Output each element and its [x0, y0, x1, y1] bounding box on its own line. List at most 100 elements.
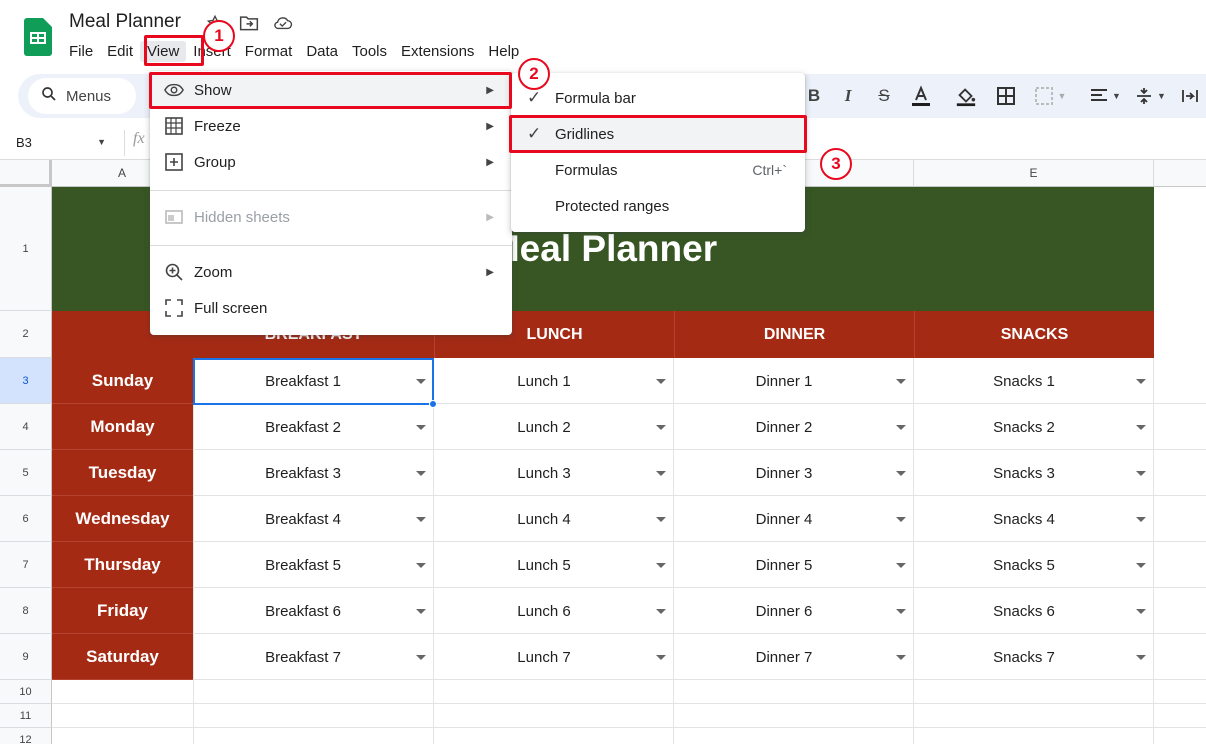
select-all-corner[interactable]: [0, 160, 52, 187]
show-protected-ranges[interactable]: Protected ranges: [511, 188, 805, 224]
vertical-align-icon[interactable]: ▼: [1130, 84, 1170, 108]
dropdown-arrow-icon[interactable]: [1136, 517, 1146, 522]
dropdown-arrow-icon[interactable]: [416, 655, 426, 660]
dropdown-cell[interactable]: Breakfast 5: [193, 542, 413, 588]
view-menu-freeze[interactable]: Freeze ▶: [150, 108, 512, 144]
dropdown-cell[interactable]: Breakfast 6: [193, 588, 413, 634]
dropdown-cell[interactable]: Lunch 3: [434, 450, 654, 496]
dropdown-arrow-icon[interactable]: [896, 563, 906, 568]
dropdown-arrow-icon[interactable]: [1136, 655, 1146, 660]
dropdown-cell[interactable]: Dinner 2: [674, 404, 894, 450]
dropdown-arrow-icon[interactable]: [416, 563, 426, 568]
dropdown-arrow-icon[interactable]: [416, 609, 426, 614]
italic-icon[interactable]: I: [838, 84, 858, 108]
dropdown-arrow-icon[interactable]: [656, 563, 666, 568]
dropdown-arrow-icon[interactable]: [656, 379, 666, 384]
menu-tools[interactable]: Tools: [345, 41, 394, 62]
dropdown-cell[interactable]: Lunch 7: [434, 634, 654, 680]
menu-format[interactable]: Format: [238, 41, 300, 62]
dropdown-cell[interactable]: Breakfast 3: [193, 450, 413, 496]
menu-help[interactable]: Help: [481, 41, 526, 62]
align-icon[interactable]: ▼: [1086, 84, 1124, 108]
menu-file[interactable]: File: [62, 41, 100, 62]
day-cell[interactable]: Monday: [52, 404, 193, 450]
text-color-icon[interactable]: [908, 84, 934, 108]
menu-data[interactable]: Data: [299, 41, 345, 62]
row-header[interactable]: 7: [0, 542, 52, 588]
header-snacks[interactable]: SNACKS: [914, 311, 1154, 358]
move-folder-icon[interactable]: [239, 12, 259, 34]
dropdown-cell[interactable]: Snacks 5: [914, 542, 1134, 588]
dropdown-cell[interactable]: Lunch 2: [434, 404, 654, 450]
view-menu-group[interactable]: Group ▶: [150, 144, 512, 180]
column-header-e[interactable]: E: [914, 160, 1154, 187]
text-wrap-icon[interactable]: [1178, 84, 1202, 108]
day-cell[interactable]: Saturday: [52, 634, 193, 680]
dropdown-arrow-icon[interactable]: [656, 655, 666, 660]
dropdown-cell[interactable]: Snacks 4: [914, 496, 1134, 542]
strikethrough-icon[interactable]: S: [872, 84, 896, 108]
day-cell[interactable]: Wednesday: [52, 496, 193, 542]
dropdown-arrow-icon[interactable]: [656, 517, 666, 522]
dropdown-arrow-icon[interactable]: [1136, 609, 1146, 614]
dropdown-cell[interactable]: Snacks 6: [914, 588, 1134, 634]
sheets-logo[interactable]: [24, 18, 52, 56]
dropdown-arrow-icon[interactable]: [1136, 471, 1146, 476]
bold-icon[interactable]: B: [804, 84, 824, 108]
name-box[interactable]: B3 ▼: [0, 128, 116, 156]
row-header[interactable]: 2: [0, 311, 52, 358]
dropdown-arrow-icon[interactable]: [416, 471, 426, 476]
dropdown-cell[interactable]: Lunch 1: [434, 358, 654, 404]
day-cell[interactable]: Tuesday: [52, 450, 193, 496]
dropdown-arrow-icon[interactable]: [656, 425, 666, 430]
row-header[interactable]: 1: [0, 187, 52, 311]
row-header[interactable]: 9: [0, 634, 52, 680]
dropdown-cell[interactable]: Dinner 4: [674, 496, 894, 542]
dropdown-cell[interactable]: Lunch 5: [434, 542, 654, 588]
dropdown-cell[interactable]: Breakfast 4: [193, 496, 413, 542]
dropdown-cell[interactable]: Lunch 6: [434, 588, 654, 634]
cloud-status-icon[interactable]: [273, 12, 293, 34]
fill-handle[interactable]: [429, 400, 437, 408]
dropdown-arrow-icon[interactable]: [656, 471, 666, 476]
dropdown-cell[interactable]: Snacks 7: [914, 634, 1134, 680]
dropdown-arrow-icon[interactable]: [1136, 563, 1146, 568]
document-title[interactable]: Meal Planner: [69, 11, 181, 33]
search-menus-button[interactable]: Menus: [28, 78, 136, 114]
header-dinner[interactable]: DINNER: [674, 311, 914, 358]
view-menu-zoom[interactable]: Zoom ▶: [150, 254, 512, 290]
row-header[interactable]: 6: [0, 496, 52, 542]
dropdown-cell[interactable]: Dinner 3: [674, 450, 894, 496]
borders-icon[interactable]: [994, 84, 1018, 108]
dropdown-arrow-icon[interactable]: [896, 609, 906, 614]
row-header[interactable]: 11: [0, 704, 52, 728]
dropdown-cell[interactable]: Dinner 7: [674, 634, 894, 680]
show-formulas[interactable]: Formulas Ctrl+`: [511, 152, 805, 188]
dropdown-arrow-icon[interactable]: [896, 655, 906, 660]
day-cell[interactable]: Friday: [52, 588, 193, 634]
day-cell[interactable]: Sunday: [52, 358, 193, 404]
row-header[interactable]: 3: [0, 358, 52, 404]
dropdown-cell[interactable]: Breakfast 2: [193, 404, 413, 450]
column-header-f[interactable]: [1154, 160, 1206, 187]
day-cell[interactable]: Thursday: [52, 542, 193, 588]
dropdown-arrow-icon[interactable]: [896, 471, 906, 476]
dropdown-arrow-icon[interactable]: [896, 425, 906, 430]
view-menu-full-screen[interactable]: Full screen: [150, 290, 512, 326]
merge-cells-icon[interactable]: ▼: [1030, 84, 1070, 108]
dropdown-arrow-icon[interactable]: [896, 517, 906, 522]
dropdown-cell[interactable]: Dinner 6: [674, 588, 894, 634]
menu-extensions[interactable]: Extensions: [394, 41, 481, 62]
view-menu-hidden-sheets[interactable]: Hidden sheets ▶: [150, 199, 512, 235]
row-header[interactable]: 4: [0, 404, 52, 450]
show-formula-bar[interactable]: ✓ Formula bar: [511, 80, 805, 116]
dropdown-cell[interactable]: Dinner 1: [674, 358, 894, 404]
row-header[interactable]: 10: [0, 680, 52, 704]
row-header[interactable]: 8: [0, 588, 52, 634]
dropdown-arrow-icon[interactable]: [896, 379, 906, 384]
dropdown-cell[interactable]: Breakfast 7: [193, 634, 413, 680]
dropdown-arrow-icon[interactable]: [1136, 379, 1146, 384]
dropdown-arrow-icon[interactable]: [656, 609, 666, 614]
menu-edit[interactable]: Edit: [100, 41, 140, 62]
dropdown-arrow-icon[interactable]: [1136, 425, 1146, 430]
